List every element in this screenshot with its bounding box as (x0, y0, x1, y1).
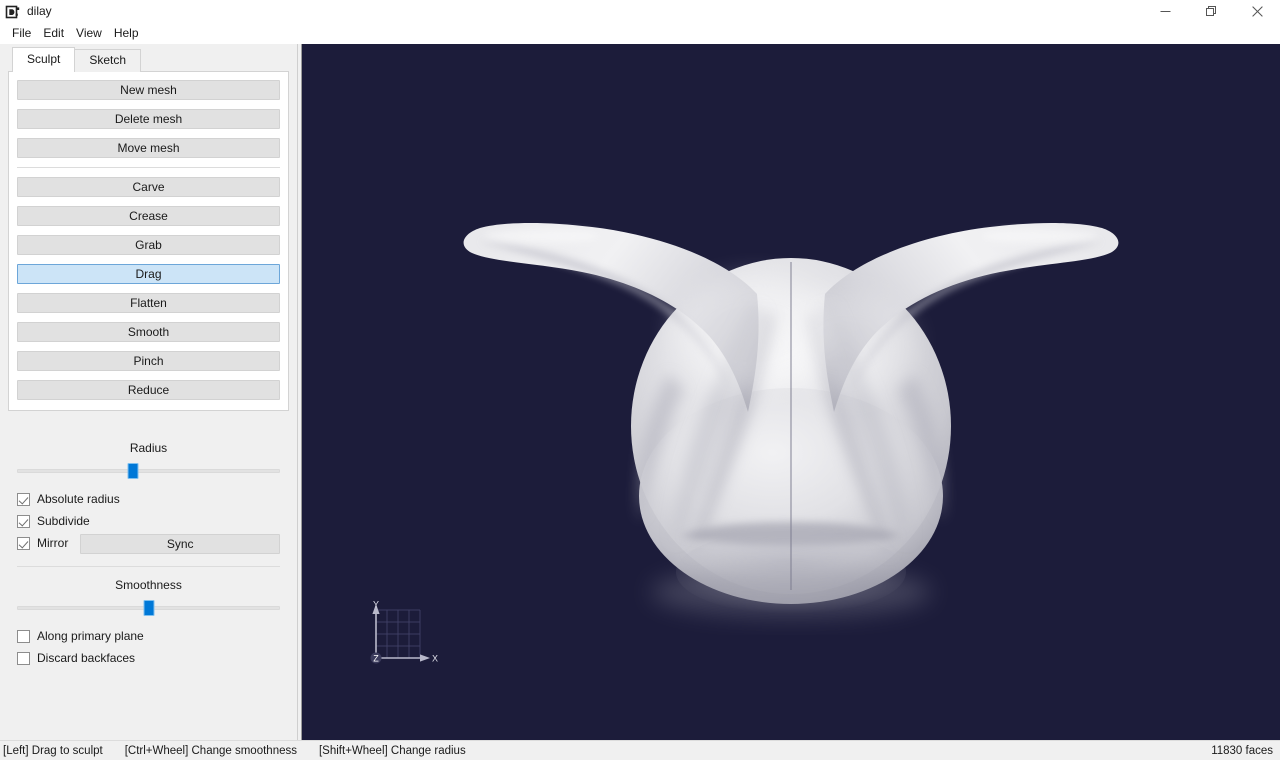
gizmo-x-arrow (420, 654, 430, 662)
tool-sidebar: Sculpt Sketch New mesh Delete mesh Move … (0, 44, 297, 740)
menu-view[interactable]: View (70, 24, 108, 43)
drag-tool-button[interactable]: Drag (17, 264, 280, 284)
gizmo-grid (375, 609, 421, 659)
3d-viewport[interactable]: Y X Z (302, 44, 1280, 740)
absolute-radius-checkbox[interactable] (17, 493, 30, 506)
mirror-row: Mirror Sync (17, 533, 280, 554)
status-bar: [Left] Drag to sculpt [Ctrl+Wheel] Chang… (0, 740, 1280, 760)
absolute-radius-row: Absolute radius (17, 489, 280, 510)
gizmo-x-label: X (432, 654, 438, 664)
sidebar-tab-widget: Sculpt Sketch New mesh Delete mesh Move … (8, 47, 289, 411)
delete-mesh-button[interactable]: Delete mesh (17, 109, 280, 129)
status-hint-smoothness: [Ctrl+Wheel] Change smoothness (124, 744, 297, 757)
minimize-button[interactable] (1142, 0, 1188, 23)
window-title: dilay (27, 4, 52, 18)
subdivide-row: Subdivide (17, 511, 280, 532)
title-bar-left: dilay (0, 0, 52, 23)
gizmo-z-label: Z (373, 654, 379, 664)
tab-sculpt[interactable]: Sculpt (12, 47, 76, 72)
smoothness-slider[interactable] (17, 600, 280, 616)
absolute-radius-label[interactable]: Absolute radius (37, 492, 120, 507)
radius-slider-handle[interactable] (127, 463, 139, 479)
crease-tool-button[interactable]: Crease (17, 206, 280, 226)
discard-backfaces-row: Discard backfaces (17, 648, 280, 669)
tab-sketch[interactable]: Sketch (74, 49, 142, 72)
button-group-separator (17, 167, 280, 168)
move-mesh-button[interactable]: Move mesh (17, 138, 280, 158)
settings-separator (17, 566, 280, 567)
carve-tool-button[interactable]: Carve (17, 177, 280, 197)
menu-help[interactable]: Help (108, 24, 145, 43)
sculpted-mesh (302, 44, 1280, 740)
status-hint-drag: [Left] Drag to sculpt (3, 744, 103, 757)
discard-backfaces-checkbox[interactable] (17, 652, 30, 665)
radius-slider-track (17, 469, 280, 473)
subdivide-checkbox[interactable] (17, 515, 30, 528)
subdivide-label[interactable]: Subdivide (37, 514, 90, 529)
title-bar: dilay (0, 0, 1280, 23)
grab-tool-button[interactable]: Grab (17, 235, 280, 255)
mirror-checkbox[interactable] (17, 537, 30, 550)
radius-label: Radius (129, 441, 168, 455)
maximize-button[interactable] (1188, 0, 1234, 23)
smooth-tool-button[interactable]: Smooth (17, 322, 280, 342)
radius-slider[interactable] (17, 463, 280, 479)
window-controls (1142, 0, 1280, 23)
sculpt-tab-panel: New mesh Delete mesh Move mesh Carve Cre… (8, 71, 289, 411)
minimize-icon (1160, 11, 1170, 12)
application-window: dilay File Edit View Help Sculpt Sketch … (0, 0, 1280, 760)
along-primary-plane-checkbox[interactable] (17, 630, 30, 643)
menu-bar: File Edit View Help (0, 23, 1280, 44)
along-primary-plane-label[interactable]: Along primary plane (37, 629, 144, 644)
sidebar-tab-bar: Sculpt Sketch (8, 47, 289, 72)
mirror-label[interactable]: Mirror (37, 536, 68, 551)
status-hints: [Left] Drag to sculpt [Ctrl+Wheel] Chang… (3, 744, 466, 758)
pinch-tool-button[interactable]: Pinch (17, 351, 280, 371)
close-icon (1251, 6, 1263, 17)
brush-settings-panel: Radius Absolute radius Subdivide Mirror (0, 411, 297, 670)
smoothness-label: Smoothness (115, 578, 182, 592)
menu-edit[interactable]: Edit (37, 24, 70, 43)
smoothness-slider-handle[interactable] (143, 600, 154, 616)
mesh-render (463, 222, 1119, 616)
gizmo-y-label: Y (373, 599, 379, 609)
flatten-tool-button[interactable]: Flatten (17, 293, 280, 313)
menu-file[interactable]: File (6, 24, 37, 43)
new-mesh-button[interactable]: New mesh (17, 80, 280, 100)
axis-gizmo: Y X Z (364, 596, 444, 678)
along-primary-plane-row: Along primary plane (17, 626, 280, 647)
close-button[interactable] (1234, 0, 1280, 23)
dilay-logo-icon (5, 4, 21, 20)
reduce-tool-button[interactable]: Reduce (17, 380, 280, 400)
face-count: 11830 faces (1211, 744, 1273, 757)
main-split: Sculpt Sketch New mesh Delete mesh Move … (0, 44, 1280, 740)
discard-backfaces-label[interactable]: Discard backfaces (37, 651, 135, 666)
status-hint-radius: [Shift+Wheel] Change radius (318, 744, 466, 757)
restore-icon (1205, 6, 1216, 16)
sync-button[interactable]: Sync (80, 533, 280, 554)
